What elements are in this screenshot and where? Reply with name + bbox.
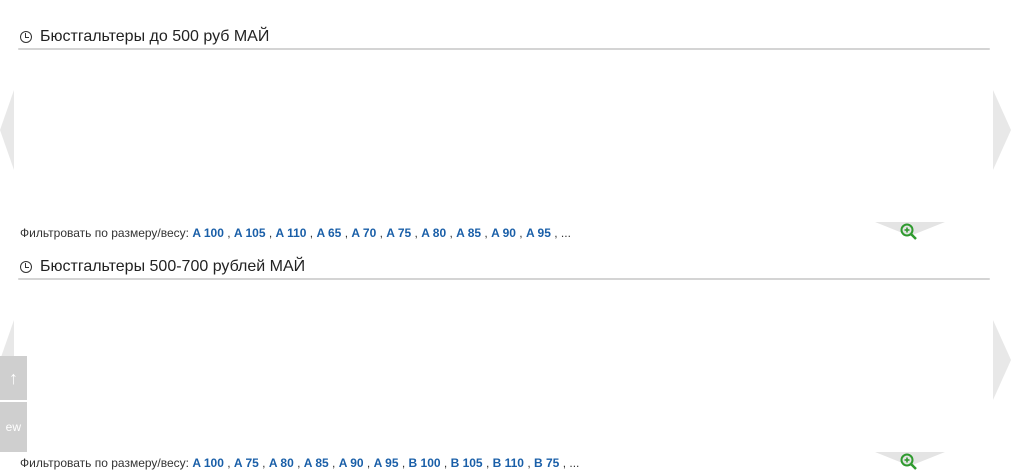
carousel1-items: 419 А Бюстгальтер276 р2046 Бюстгальтер29… [19,49,989,50]
size-filter-link[interactable]: B 110 [493,456,524,470]
size-filter-link[interactable]: A 80 [421,226,446,240]
size-filter-link[interactable]: A 110 [276,226,307,240]
product-card[interactable]: 1205 А Бюстгальтер500 р [19,279,124,280]
product-card[interactable]: 2046 Бюстгальтер297 р [124,49,229,50]
filter-separator: , [515,226,526,240]
filter-label: Фильтровать по размеру/весу: [20,456,189,470]
product-card[interactable]: 532 Бюстгальтер299 р [544,49,649,50]
filter-separator: , [411,226,422,240]
product-card[interactable]: 2046 Бюстгальтер297 р [229,49,334,50]
filter-separator: , [440,456,451,470]
size-filter-link[interactable]: A 105 [234,226,266,240]
filter-separator: , [446,226,457,240]
scroll-up-button[interactable]: ↑ [0,356,27,400]
clock-icon [20,31,32,43]
size-filter-link[interactable]: B 105 [451,456,483,470]
filter-separator: , [398,456,409,470]
product-card-partial[interactable]: 11 [964,49,990,50]
size-filter-link[interactable]: A 95 [374,456,399,470]
size-filter-link[interactable]: A 70 [351,226,376,240]
section2-size-filter: Фильтровать по размеру/весу: A 100 , A 7… [20,456,579,470]
filter-separator: , [341,226,352,240]
carousel2-next-arrow[interactable] [993,320,1011,400]
filter-separator: , [363,456,374,470]
filter-separator: , [223,226,234,240]
filter-separator: , [306,226,317,240]
filter-separator: , [328,456,339,470]
size-filter-link[interactable]: A 100 [192,226,224,240]
size-filter-link[interactable]: A 75 [234,456,259,470]
filter-more[interactable]: ... [569,456,579,470]
zoom-in-icon[interactable] [900,223,918,241]
filter-separator: , [265,226,276,240]
product-card[interactable]: 703 Бюстгальтер1335 р [649,49,754,50]
filter-label: Фильтровать по размеру/весу: [20,226,189,240]
carousel1: 419 А Бюстгальтер276 р2046 Бюстгальтер29… [18,48,990,50]
zoom-in-icon[interactable] [900,453,918,471]
section1-title: Бюстгальтеры до 500 руб МАЙ [40,28,270,45]
view-button[interactable]: ew [0,402,27,452]
product-card[interactable]: 1205 А Бюстгальтер500 р [544,279,649,280]
filter-more[interactable]: ... [561,226,571,240]
filter-separator: , [258,456,269,470]
product-card[interactable]: 419 А Бюстгальтер276 р [19,49,124,50]
section2-header: Бюстгальтеры 500-700 рублей МАЙ [20,256,305,278]
filter-separator: , [559,456,570,470]
product-card[interactable]: 1205 А Бюстгальтер500 р [334,279,439,280]
product-card-partial[interactable]: 20 [964,279,990,280]
product-card[interactable]: 2067 Бюстгальтер543 р [649,279,754,280]
carousel2-items: 1205 А Бюстгальтер500 р1205 А Бюстгальте… [19,279,989,280]
size-filter-link[interactable]: A 65 [316,226,341,240]
size-filter-link[interactable]: A 75 [386,226,411,240]
size-filter-link[interactable]: A 85 [304,456,329,470]
filter-separator: , [293,456,304,470]
size-filter-link[interactable]: B 75 [534,456,559,470]
filter-separator: , [223,456,234,470]
section1-header: Бюстгальтеры до 500 руб МАЙ [20,26,269,48]
size-filter-link[interactable]: A 85 [456,226,481,240]
size-filter-link[interactable]: A 80 [269,456,294,470]
filter-separator: , [523,456,534,470]
product-card[interactable]: 1205 А Бюстгальтер500 р [229,279,334,280]
product-card[interactable]: 1205 А Бюстгальтер500 р [439,279,544,280]
size-filter-link[interactable]: A 95 [526,226,551,240]
filter-separator: , [482,456,493,470]
view-button-label: ew [5,420,21,434]
product-card[interactable]: 2018 Бюстгальтер1542 р [859,279,964,280]
section1-size-filter: Фильтровать по размеру/весу: A 100 , A 1… [20,226,571,240]
filter-separator: , [481,226,492,240]
product-card[interactable]: 1190 Бюстгальтер1298 р [334,49,439,50]
product-card[interactable]: 253 Бюстгальтер299 р [439,49,544,50]
filter-separator: , [376,226,387,240]
clock-icon [20,261,32,273]
size-filter-link[interactable]: A 90 [491,226,516,240]
filter-separator: , [550,226,561,240]
size-filter-link[interactable]: A 90 [339,456,364,470]
carousel1-prev-arrow[interactable] [0,90,14,170]
size-filter-link[interactable]: A 100 [192,456,224,470]
arrow-up-icon: ↑ [9,367,18,388]
carousel2: 1205 А Бюстгальтер500 р1205 А Бюстгальте… [18,278,990,280]
section2-title: Бюстгальтеры 500-700 рублей МАЙ [40,258,306,275]
product-card[interactable]: 703 Бюстгальтер335 р [754,49,859,50]
carousel1-next-arrow[interactable] [993,90,1011,170]
product-card[interactable]: 2018 Бюстгальтер1542 р [754,279,859,280]
product-card[interactable]: 1205 А Бюстгальтер500 р [124,279,229,280]
size-filter-link[interactable]: B 100 [409,456,441,470]
product-card[interactable]: 703 Бюстгальтер335 р [859,49,964,50]
